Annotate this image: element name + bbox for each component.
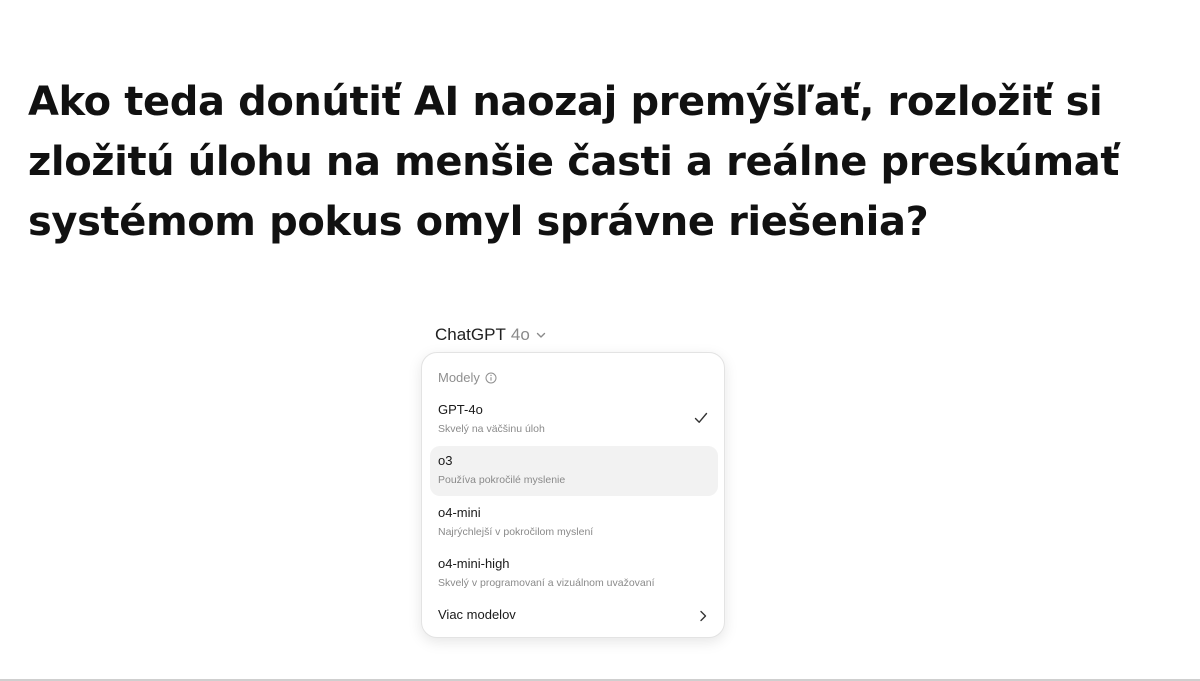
model-item-description: Najrýchlejší v pokročilom myslení (438, 526, 594, 538)
model-item-description: Používa pokročilé myslenie (438, 474, 566, 486)
model-item-description: Skvelý v programovaní a vizuálnom uvažov… (438, 577, 655, 589)
model-item-description: Skvelý na väčšinu úloh (438, 423, 545, 435)
more-models-label: Viac modelov (438, 607, 516, 622)
model-version: 4o (510, 325, 530, 344)
check-icon (694, 412, 708, 423)
chevron-right-icon (700, 610, 707, 622)
info-icon[interactable] (485, 372, 497, 384)
model-item-gpt-4o[interactable]: GPT-4o Skvelý na väčšinu úloh (430, 395, 718, 445)
model-item-o4-mini-high[interactable]: o4-mini-high Skvelý v programovaní a viz… (430, 549, 718, 599)
model-item-o3[interactable]: o3 Používa pokročilé myslenie (430, 446, 718, 496)
model-item-o4-mini[interactable]: o4-mini Najrýchlejší v pokročilom myslen… (430, 498, 718, 548)
model-item-name: o3 (438, 453, 453, 468)
app-name: ChatGPT (435, 325, 506, 344)
model-menu: Modely GPT-4o Skvelý na väčšinu úloh o3 … (421, 352, 725, 638)
model-item-name: o4-mini-high (438, 556, 510, 571)
menu-header: Modely (438, 370, 497, 385)
model-item-name: GPT-4o (438, 402, 483, 417)
menu-header-label: Modely (438, 370, 480, 385)
chevron-down-icon (536, 332, 545, 338)
model-switcher-button[interactable]: ChatGPT 4o (435, 325, 547, 345)
model-item-name: o4-mini (438, 505, 481, 520)
more-models-item[interactable]: Viac modelov (430, 601, 718, 631)
headline: Ako teda donútiť AI naozaj premýšľať, ro… (28, 79, 1120, 245)
